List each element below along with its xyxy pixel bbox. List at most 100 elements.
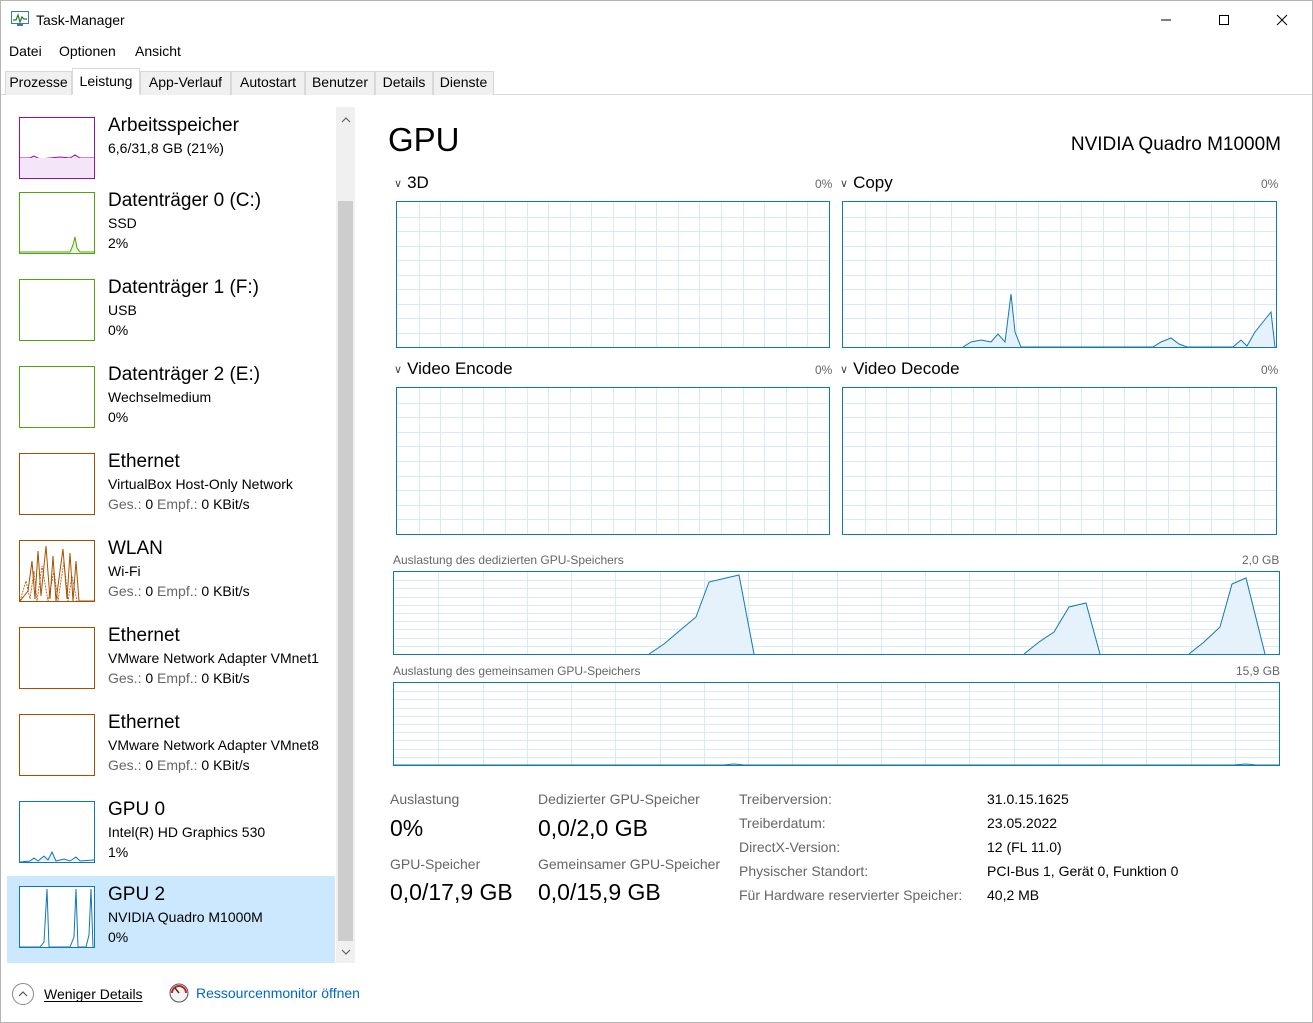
engine-selector-video-encode[interactable]: ∨ Video Encode xyxy=(394,359,513,379)
menu-optionen[interactable]: Optionen xyxy=(59,43,116,59)
tab-benutzer[interactable]: Benutzer xyxy=(305,71,375,95)
tab-prozesse[interactable]: Prozesse xyxy=(5,71,72,95)
gpu-model-name: NVIDIA Quadro M1000M xyxy=(1070,134,1281,155)
sidebar-item-value: 0% xyxy=(108,929,129,945)
task-manager-app-icon xyxy=(11,11,29,26)
gpu-memory-label: GPU-Speicher xyxy=(390,856,481,872)
sidebar-item-subtitle: Wi-Fi xyxy=(108,563,141,579)
tab-autostart[interactable]: Autostart xyxy=(231,71,305,95)
sidebar-item-subtitle: 6,6/31,8 GB (21%) xyxy=(108,140,224,156)
disk-1-thumbnail xyxy=(19,279,95,341)
resource-sidebar: Arbeitsspeicher 6,6/31,8 GB (21%) Datent… xyxy=(7,107,335,963)
scrollbar-thumb[interactable] xyxy=(338,201,353,941)
engine-video-encode-percent: 0% xyxy=(815,363,833,377)
maximize-icon xyxy=(1219,15,1229,25)
sidebar-item-datentraeger-1[interactable]: Datenträger 1 (F:) USB 0% xyxy=(7,269,335,356)
sidebar-scrollbar[interactable] xyxy=(336,107,355,963)
sidebar-item-title: Datenträger 1 (F:) xyxy=(108,277,259,298)
sidebar-item-gpu-2[interactable]: GPU 2 NVIDIA Quadro M1000M 0% xyxy=(7,876,335,963)
engine-selector-copy[interactable]: ∨ Copy xyxy=(840,173,893,193)
disk-2-thumbnail xyxy=(19,366,95,428)
resource-monitor-link[interactable]: Ressourcenmonitor öffnen xyxy=(169,983,360,1003)
disk-0-thumbnail-graph xyxy=(20,236,94,253)
sidebar-item-ethernet-virtualbox[interactable]: Ethernet VirtualBox Host-Only Network Ge… xyxy=(7,443,335,530)
sidebar-item-value: 0% xyxy=(108,322,129,338)
directx-version-label: DirectX-Version: xyxy=(739,839,841,855)
physical-location-value: PCI-Bus 1, Gerät 0, Funktion 0 xyxy=(987,863,1179,879)
engine-video-decode-percent: 0% xyxy=(1261,363,1279,377)
graph-dedicated-memory xyxy=(393,571,1280,655)
sidebar-item-title: Datenträger 2 (E:) xyxy=(108,364,261,385)
menu-bar: Datei Optionen Ansicht xyxy=(1,41,1312,63)
tab-details[interactable]: Details xyxy=(375,71,433,95)
shared-memory-stat-label: Gemeinsamer GPU-Speicher xyxy=(538,856,721,872)
sidebar-item-wlan[interactable]: WLAN Wi-Fi Ges.: 0 Empf.: 0 KBit/s xyxy=(7,530,335,617)
sidebar-item-value: 2% xyxy=(108,235,129,251)
graph-gridlines xyxy=(394,683,1279,765)
title-bar: Task-Manager xyxy=(1,1,1312,39)
resource-monitor-label: Ressourcenmonitor öffnen xyxy=(196,985,360,1001)
sidebar-item-gpu-0[interactable]: GPU 0 Intel(R) HD Graphics 530 1% xyxy=(7,791,335,878)
driver-date-label: Treiberdatum: xyxy=(739,815,826,831)
sidebar-item-datentraeger-2[interactable]: Datenträger 2 (E:) Wechselmedium 0% xyxy=(7,356,335,443)
ethernet-thumbnail xyxy=(19,627,95,689)
graph-gridlines xyxy=(394,572,1279,654)
close-button[interactable] xyxy=(1253,1,1311,39)
graph-video-decode-grid xyxy=(843,388,1276,534)
utilization-label: Auslastung xyxy=(390,791,460,807)
disk-0-thumbnail xyxy=(19,192,95,254)
graph-dedicated-series xyxy=(648,574,755,654)
menu-ansicht[interactable]: Ansicht xyxy=(135,43,181,59)
dedicated-memory-stat-value: 0,0/2,0 GB xyxy=(538,815,648,841)
scroll-down-icon[interactable] xyxy=(336,943,355,961)
graph-dedicated-memory-grid xyxy=(394,572,1279,654)
sidebar-item-arbeitsspeicher[interactable]: Arbeitsspeicher 6,6/31,8 GB (21%) xyxy=(7,107,335,194)
sidebar-item-title: Ethernet xyxy=(108,451,180,472)
tab-app-verlauf[interactable]: App-Verlauf xyxy=(140,71,231,95)
menu-datei[interactable]: Datei xyxy=(9,43,42,59)
graph-video-encode xyxy=(396,387,830,535)
engine-selector-video-decode[interactable]: ∨ Video Decode xyxy=(840,359,960,379)
graph-dedicated-series xyxy=(1188,577,1266,654)
graph-copy xyxy=(842,201,1277,348)
fewer-details-label: Weniger Details xyxy=(44,986,143,1002)
minimize-button[interactable] xyxy=(1137,1,1195,39)
memory-thumbnail-graph xyxy=(20,154,94,178)
sidebar-item-subtitle: VMware Network Adapter VMnet8 xyxy=(108,737,319,753)
wlan-thumbnail-graph xyxy=(20,545,94,601)
sidebar-item-ethernet-vmnet1[interactable]: Ethernet VMware Network Adapter VMnet1 G… xyxy=(7,617,335,704)
sidebar-item-subtitle: VirtualBox Host-Only Network xyxy=(108,476,293,492)
resource-monitor-icon xyxy=(169,983,189,1003)
sidebar-item-title: GPU 0 xyxy=(108,799,166,820)
fewer-details-button[interactable]: Weniger Details xyxy=(12,983,143,1005)
tab-leistung[interactable]: Leistung xyxy=(72,68,140,95)
engine-selector-3d[interactable]: ∨ 3D xyxy=(394,173,429,193)
tab-dienste[interactable]: Dienste xyxy=(433,71,494,95)
minimize-icon xyxy=(1161,19,1171,21)
directx-version-value: 12 (FL 11.0) xyxy=(987,839,1062,855)
sidebar-item-throughput: Ges.: 0 Empf.: 0 KBit/s xyxy=(108,496,250,512)
graph-video-encode-grid xyxy=(397,388,829,534)
chevron-down-icon: ∨ xyxy=(394,363,403,376)
chevron-down-icon: ∨ xyxy=(840,363,849,376)
graph-gridlines xyxy=(397,388,829,534)
sidebar-item-title: Ethernet xyxy=(108,712,180,733)
sidebar-item-value: 1% xyxy=(108,844,129,860)
graph-shared-memory xyxy=(393,682,1280,766)
sidebar-item-value: 0% xyxy=(108,409,129,425)
scroll-up-icon[interactable] xyxy=(336,111,355,129)
graph-3d-grid xyxy=(397,202,829,347)
driver-date-value: 23.05.2022 xyxy=(987,815,1058,831)
sidebar-item-ethernet-vmnet8[interactable]: Ethernet VMware Network Adapter VMnet8 G… xyxy=(7,704,335,791)
sidebar-item-title: Arbeitsspeicher xyxy=(108,115,239,136)
close-icon xyxy=(1276,14,1288,26)
sidebar-item-subtitle: Intel(R) HD Graphics 530 xyxy=(108,824,266,840)
sidebar-item-subtitle: NVIDIA Quadro M1000M xyxy=(108,909,263,925)
chevron-down-icon: ∨ xyxy=(840,177,849,190)
memory-thumbnail xyxy=(19,117,95,179)
maximize-button[interactable] xyxy=(1195,1,1253,39)
sidebar-item-throughput: Ges.: 0 Empf.: 0 KBit/s xyxy=(108,757,250,773)
sidebar-item-datentraeger-0[interactable]: Datenträger 0 (C:) SSD 2% xyxy=(7,182,335,269)
sidebar-item-title: WLAN xyxy=(108,538,163,559)
engine-copy-percent: 0% xyxy=(1261,177,1279,191)
